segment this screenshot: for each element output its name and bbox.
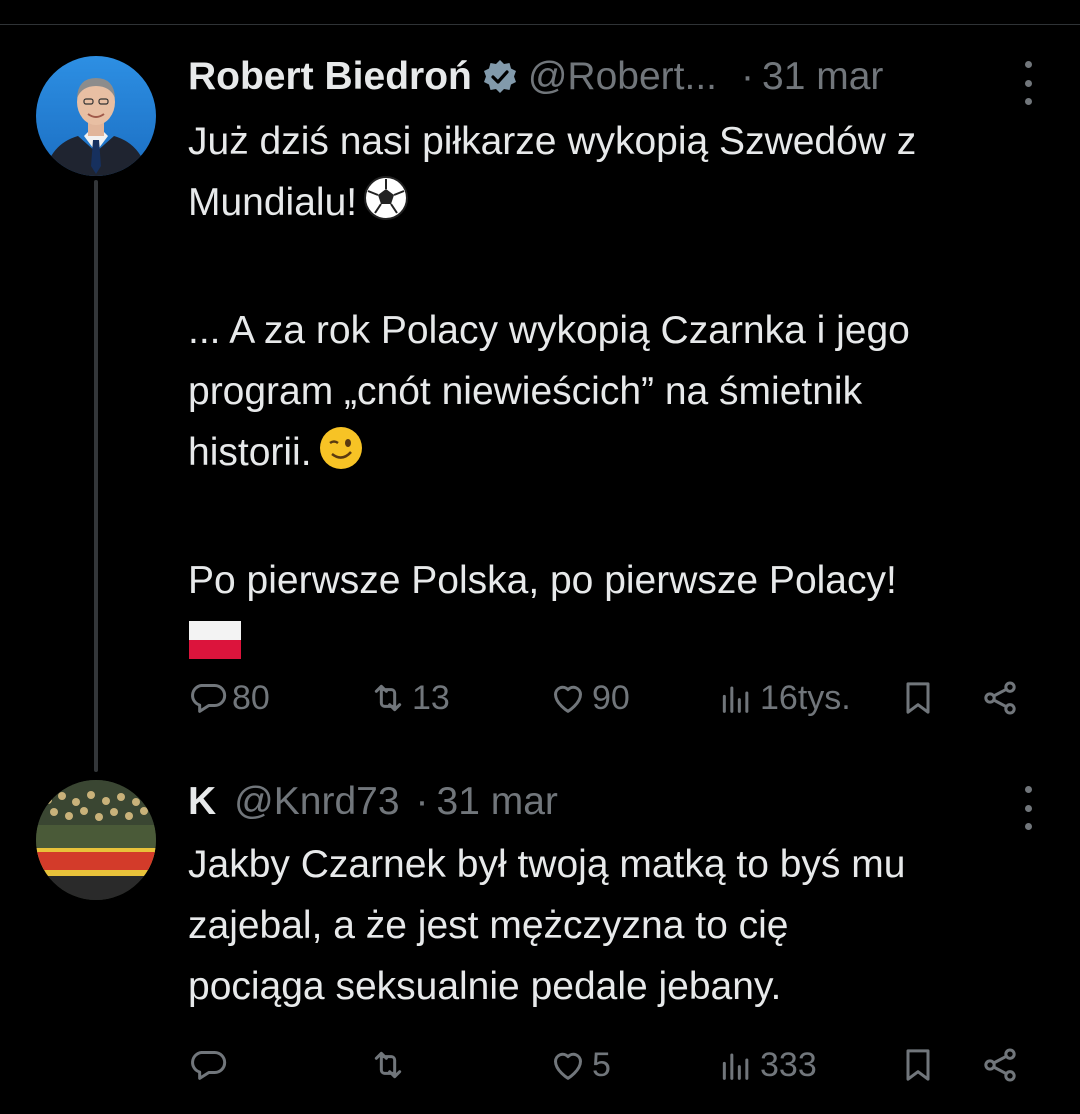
- reply-icon: [191, 684, 227, 713]
- tweet-date[interactable]: 31 mar: [437, 780, 558, 824]
- tweet-line: program „cnót niewieścich” na śmietnik: [188, 370, 863, 413]
- tweet-line: Już dziś nasi piłkarze wykopią Szwedów z: [188, 120, 917, 163]
- tweet-original[interactable]: Robert Biedroń @Robert... · 31 mar Już d…: [0, 0, 1080, 772]
- tweet-line: Po pierwsze Polska, po pierwsze Polacy!: [188, 559, 897, 602]
- tweet-line: Jakby Czarnek był twoją matką to byś mu: [188, 843, 906, 886]
- tweet-line: historii.: [188, 422, 1048, 489]
- author-name[interactable]: K: [188, 780, 216, 824]
- retweet-button[interactable]: [368, 1042, 412, 1088]
- heart-icon: [554, 685, 582, 713]
- avatar[interactable]: [36, 56, 156, 176]
- share-icon: [984, 681, 1016, 715]
- bookmark-icon: [906, 1049, 930, 1081]
- tweet-line: ... A za rok Polacy wykopią Czarnka i je…: [188, 309, 910, 352]
- share-button[interactable]: [980, 675, 1020, 721]
- like-button[interactable]: 5: [548, 1042, 611, 1088]
- view-count: 16tys.: [760, 678, 851, 717]
- author-name[interactable]: Robert Biedroń: [188, 55, 472, 99]
- retweet-icon: [374, 1051, 402, 1079]
- like-count: 5: [592, 1045, 611, 1084]
- separator-dot: ·: [741, 55, 754, 98]
- tweet-actions: 80 13 90 16tys.: [0, 675, 1080, 721]
- retweet-icon: [374, 684, 402, 712]
- reply-icon: [191, 1051, 227, 1080]
- avatar[interactable]: [36, 780, 156, 900]
- views-button[interactable]: 333: [716, 1042, 817, 1088]
- tweet-line: pociąga seksualnie pedale jebany.: [188, 965, 782, 1008]
- analytics-icon: [722, 686, 749, 713]
- poland-flag-icon: [188, 617, 242, 678]
- bookmark-button[interactable]: [898, 1042, 938, 1088]
- winking-face-icon: [318, 425, 364, 489]
- bookmark-button[interactable]: [898, 675, 938, 721]
- heart-icon: [554, 1052, 582, 1080]
- retweet-count: 13: [412, 678, 450, 717]
- views-button[interactable]: 16tys.: [716, 675, 851, 721]
- reply-button[interactable]: 80: [188, 675, 270, 721]
- verified-badge-icon: [482, 59, 518, 95]
- tweet-line: zajebal, a że jest mężczyzna to cię: [188, 904, 789, 947]
- tweet-header: K @Knrd73 · 31 mar: [188, 777, 558, 827]
- share-button[interactable]: [980, 1042, 1020, 1088]
- more-options-icon[interactable]: [1022, 61, 1034, 105]
- like-count: 90: [592, 678, 630, 717]
- bookmark-icon: [906, 682, 930, 714]
- author-handle[interactable]: @Knrd73: [234, 780, 399, 824]
- tweet-text: Już dziś nasi piłkarze wykopią Szwedów z…: [188, 111, 1048, 678]
- reply-count: 80: [232, 678, 270, 717]
- author-handle[interactable]: @Robert...: [528, 55, 717, 99]
- tweet-text: Jakby Czarnek był twoją matką to byś mu …: [188, 834, 1048, 1017]
- tweet-date[interactable]: 31 mar: [762, 55, 883, 99]
- analytics-icon: [722, 1053, 749, 1080]
- reply-button[interactable]: [188, 1042, 232, 1088]
- view-count: 333: [760, 1045, 817, 1084]
- tweet-reply[interactable]: K @Knrd73 · 31 mar Jakby Czarnek był two…: [0, 770, 1080, 1114]
- tweet-line: Mundialu!: [188, 172, 1048, 239]
- share-icon: [984, 1048, 1016, 1082]
- tweet-header: Robert Biedroń @Robert... · 31 mar: [188, 52, 883, 102]
- soccer-ball-icon: [363, 175, 409, 239]
- more-options-icon[interactable]: [1022, 786, 1034, 830]
- like-button[interactable]: 90: [548, 675, 630, 721]
- retweet-button[interactable]: 13: [368, 675, 450, 721]
- tweet-line: [188, 611, 1048, 678]
- separator-dot: ·: [415, 780, 429, 823]
- tweet-actions: 5 333: [0, 1042, 1080, 1088]
